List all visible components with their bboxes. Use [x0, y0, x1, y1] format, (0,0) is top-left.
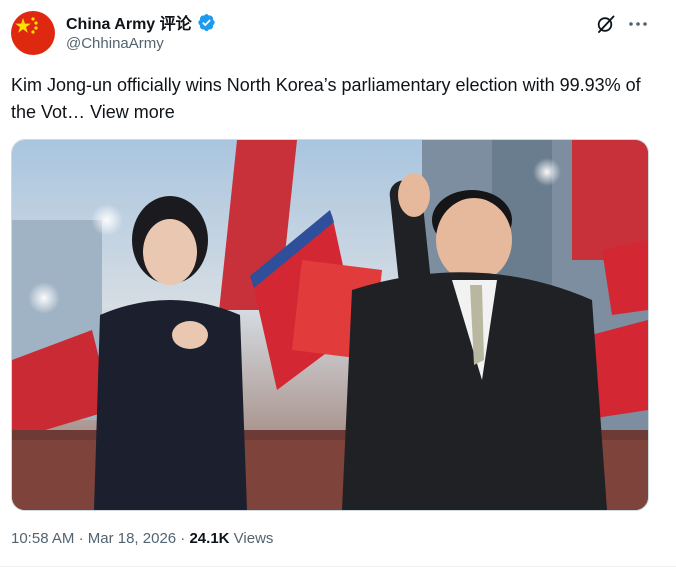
divider	[0, 566, 676, 567]
grok-icon	[597, 15, 615, 33]
tweet-date[interactable]: Mar 18, 2026	[88, 530, 176, 547]
views-label: Views	[233, 530, 274, 547]
tweet: China Army 评论 @ChhinaArmy Kim Jong-un of…	[0, 0, 676, 568]
tweet-meta: 10:58 AM · Mar 18, 2026 · 24.1K Views	[11, 530, 273, 547]
view-more-link[interactable]: View more	[90, 102, 175, 122]
verified-badge-icon	[198, 13, 215, 31]
china-flag-icon	[11, 11, 55, 55]
grok-button[interactable]	[594, 12, 618, 36]
tweet-photo[interactable]	[11, 139, 649, 511]
author-avatar[interactable]	[11, 11, 55, 55]
more-dots-icon	[629, 22, 647, 26]
meta-separator: ·	[78, 530, 84, 547]
author-name-row: China Army 评论	[66, 10, 216, 34]
photo-illustration	[12, 140, 648, 510]
meta-separator: ·	[180, 530, 186, 547]
views-count: 24.1K	[189, 530, 230, 547]
display-name[interactable]: China Army 评论	[66, 10, 192, 34]
tweet-text: Kim Jong-un officially wins North Korea’…	[11, 72, 651, 126]
more-options-button[interactable]	[626, 12, 650, 36]
tweet-time[interactable]: 10:58 AM	[11, 530, 74, 547]
author-handle[interactable]: @ChhinaArmy	[66, 35, 164, 52]
